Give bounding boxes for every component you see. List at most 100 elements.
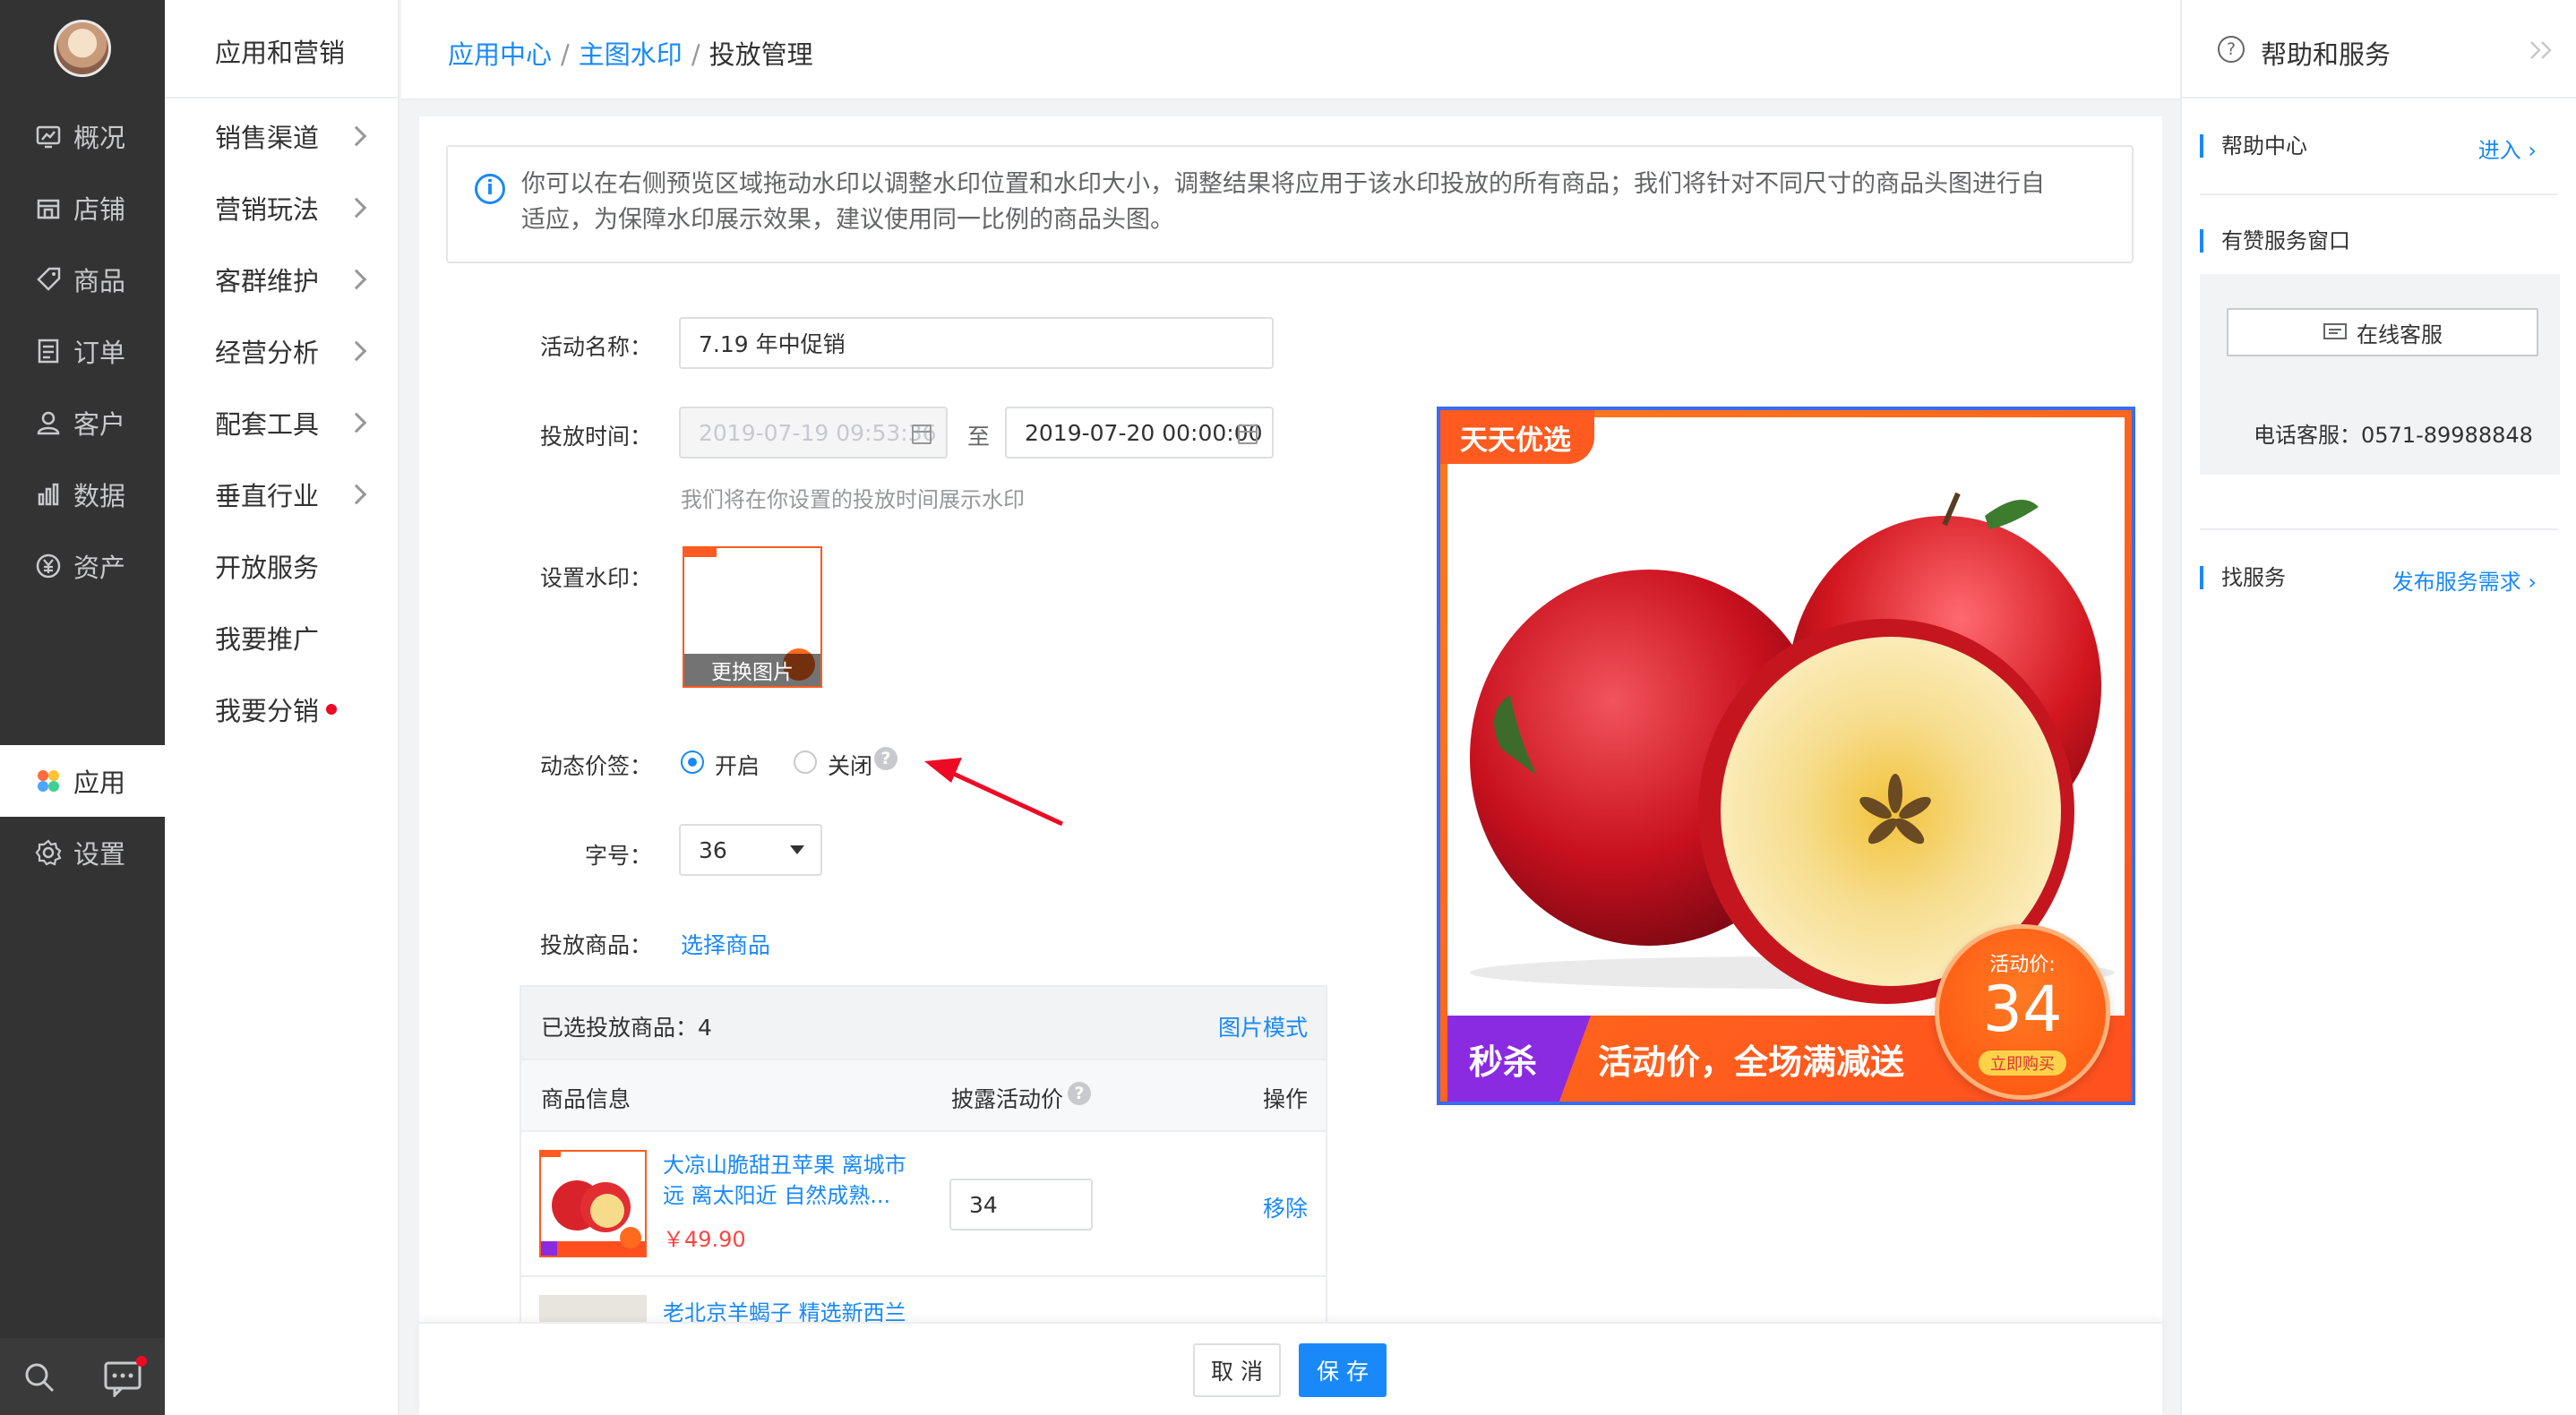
font-size-value: 36 — [699, 836, 727, 863]
start-time-value: 2019-07-19 09:53:36 — [699, 419, 937, 446]
select-goods-link[interactable]: 选择商品 — [681, 928, 770, 960]
divider — [2200, 528, 2558, 530]
nav-item-data[interactable]: 数据 — [0, 459, 165, 530]
price-badge-value: 34 — [1982, 973, 2063, 1046]
sidebar-item-label: 我要推广 — [215, 624, 320, 655]
font-size-select[interactable]: 36 — [679, 824, 822, 876]
phone-service: 电话客服：0571-89988848 — [2254, 423, 2533, 448]
primary-sidebar: 概况 店铺 商品 订单 客户 数据 资产 应用 设置 — [0, 0, 165, 1415]
nav-item-goods[interactable]: 商品 — [0, 244, 165, 315]
collapse-double-chevron-icon[interactable] — [2528, 39, 2555, 61]
column-header: 操作 — [1262, 1086, 1308, 1112]
help-panel: ? 帮助和服务 帮助中心 进入 › 有赞服务窗口 在线客服 电话客服：0571-… — [2180, 0, 2576, 1415]
message-icon[interactable] — [102, 1356, 147, 1397]
tag-icon — [37, 267, 61, 291]
sidebar-item-customer-groups[interactable]: 客群维护 — [215, 253, 376, 306]
buy-now-button: 立即购买 — [1979, 1051, 2066, 1076]
nav-item-store[interactable]: 店铺 — [0, 172, 165, 244]
breadcrumb-app-center[interactable]: 应用中心 — [448, 39, 552, 70]
nav-item-customers[interactable]: 客户 — [0, 387, 165, 459]
selected-count-label: 已选投放商品：4 — [541, 1015, 712, 1041]
chevron-right-icon — [346, 484, 367, 505]
nav-item-apps[interactable]: 应用 — [0, 745, 165, 817]
help-icon[interactable]: ? — [1068, 1082, 1091, 1105]
goods-table-summary: 已选投放商品：4 图片模式 — [521, 987, 1326, 1059]
image-mode-link[interactable]: 图片模式 — [1218, 1010, 1308, 1042]
start-time-input[interactable]: 2019-07-19 09:53:36 — [679, 407, 948, 459]
help-center-label: 帮助中心 — [2200, 134, 2307, 158]
radio-off[interactable] — [794, 750, 817, 774]
nav-item-settings[interactable]: 设置 — [0, 817, 165, 888]
sidebar-item-marketing[interactable]: 营销玩法 — [215, 181, 376, 235]
secondary-sidebar: 应用和营销 销售渠道 营销玩法 客群维护 经营分析 配套工具 垂直行业 开放服务… — [165, 0, 399, 1415]
remove-link[interactable]: 移除 — [1263, 1191, 1308, 1223]
sidebar-item-promote[interactable]: 我要推广 — [215, 611, 376, 665]
secondary-sidebar-title: 应用和营销 — [215, 38, 346, 68]
sidebar-item-label: 经营分析 — [215, 338, 320, 368]
radio-on-label[interactable]: 开启 — [715, 749, 760, 781]
nav-item-overview[interactable]: 概况 — [0, 100, 165, 172]
change-image-button[interactable]: 更换图片 — [684, 654, 820, 686]
sidebar-item-tools[interactable]: 配套工具 — [215, 396, 376, 450]
notice-line-2: 适应，为保障水印展示效果，建议使用同一比例的商品头图。 — [521, 206, 1174, 234]
time-range-to: 至 — [967, 424, 991, 450]
calendar-icon — [1238, 424, 1258, 444]
watermark-thumbnail[interactable]: 更换图片 — [683, 546, 822, 688]
product-title-link[interactable]: 大凉山脆甜丑苹果 离城市 远 离太阳近 自然成熟... — [663, 1150, 906, 1211]
cancel-button[interactable]: 取 消 — [1193, 1343, 1281, 1397]
watermark-label: 设置水印： — [539, 565, 652, 591]
sidebar-item-label: 我要分销 — [215, 696, 320, 726]
notice-line-1: 你可以在右侧预览区域拖动水印以调整水印位置和水印大小，调整结果将应用于该水印投放… — [521, 170, 2045, 198]
nav-item-orders[interactable]: 订单 — [0, 315, 165, 387]
page-header: 应用中心 / 主图水印 / 投放管理 — [401, 0, 2180, 100]
nav-item-label: 订单 — [73, 338, 126, 368]
end-time-input[interactable]: 2019-07-20 00:00:00 — [1005, 407, 1274, 459]
publish-need-link[interactable]: 发布服务需求 › — [2392, 564, 2537, 596]
avatar[interactable] — [54, 20, 111, 77]
calendar-icon — [912, 424, 932, 444]
activity-price-input[interactable]: 34 — [949, 1179, 1093, 1231]
banner-flash-sale: 秒杀 — [1447, 1016, 1591, 1102]
gear-icon — [35, 839, 62, 866]
bar-chart-icon — [38, 483, 59, 506]
online-service-button[interactable]: 在线客服 — [2227, 308, 2538, 356]
divider — [2200, 193, 2558, 195]
chat-icon — [2323, 323, 2347, 339]
question-icon: ? — [2218, 36, 2245, 63]
sidebar-item-label: 销售渠道 — [215, 123, 320, 153]
sidebar-item-label: 配套工具 — [215, 409, 320, 440]
help-center-enter-link[interactable]: 进入 › — [2478, 133, 2537, 164]
caret-down-icon — [790, 845, 804, 854]
help-panel-title: 帮助和服务 — [2261, 39, 2391, 70]
breadcrumb-watermark[interactable]: 主图水印 — [579, 39, 683, 70]
chevron-right-icon — [346, 125, 367, 147]
save-button[interactable]: 保 存 — [1299, 1343, 1387, 1397]
radio-off-label[interactable]: 关闭 — [828, 749, 872, 781]
annotation-arrow-icon — [924, 758, 1064, 827]
sidebar-item-distribution[interactable]: 我要分销 — [215, 682, 376, 736]
sidebar-footer — [0, 1338, 165, 1415]
nav-item-assets[interactable]: 资产 — [0, 530, 165, 602]
sidebar-item-sales-channel[interactable]: 销售渠道 — [215, 109, 376, 163]
watermark-preview[interactable]: 天天优选 秒杀 活动价，全场满减送 活动价: 34 立即购买 — [1437, 407, 2135, 1105]
find-service-label: 找服务 — [2200, 566, 2286, 589]
order-icon — [38, 339, 59, 364]
radio-on[interactable] — [681, 750, 704, 774]
nav-item-label: 客户 — [73, 409, 126, 440]
table-row: 大凉山脆甜丑苹果 离城市 远 离太阳近 自然成熟... ￥49.90 34 移除 — [521, 1132, 1326, 1277]
column-header: 披露活动价 — [951, 1086, 1064, 1112]
goods-table-header: 商品信息 披露活动价 ? 操作 — [521, 1059, 1326, 1132]
font-size-label: 字号： — [584, 843, 652, 869]
sidebar-item-open-services[interactable]: 开放服务 — [215, 539, 376, 593]
end-time-value: 2019-07-20 00:00:00 — [1025, 419, 1263, 446]
help-icon[interactable]: ? — [874, 747, 897, 770]
info-icon: i — [475, 174, 505, 204]
search-icon[interactable] — [21, 1359, 57, 1395]
chevron-right-icon — [346, 340, 367, 362]
activity-name-input[interactable]: 7.19 年中促销 — [679, 317, 1274, 369]
activity-name-label: 活动名称： — [539, 334, 652, 360]
sidebar-item-analytics[interactable]: 经营分析 — [215, 324, 376, 378]
chevron-right-icon — [346, 269, 367, 290]
sidebar-item-verticals[interactable]: 垂直行业 — [215, 467, 376, 521]
time-hint: 我们将在你设置的投放时间展示水印 — [681, 487, 1025, 512]
